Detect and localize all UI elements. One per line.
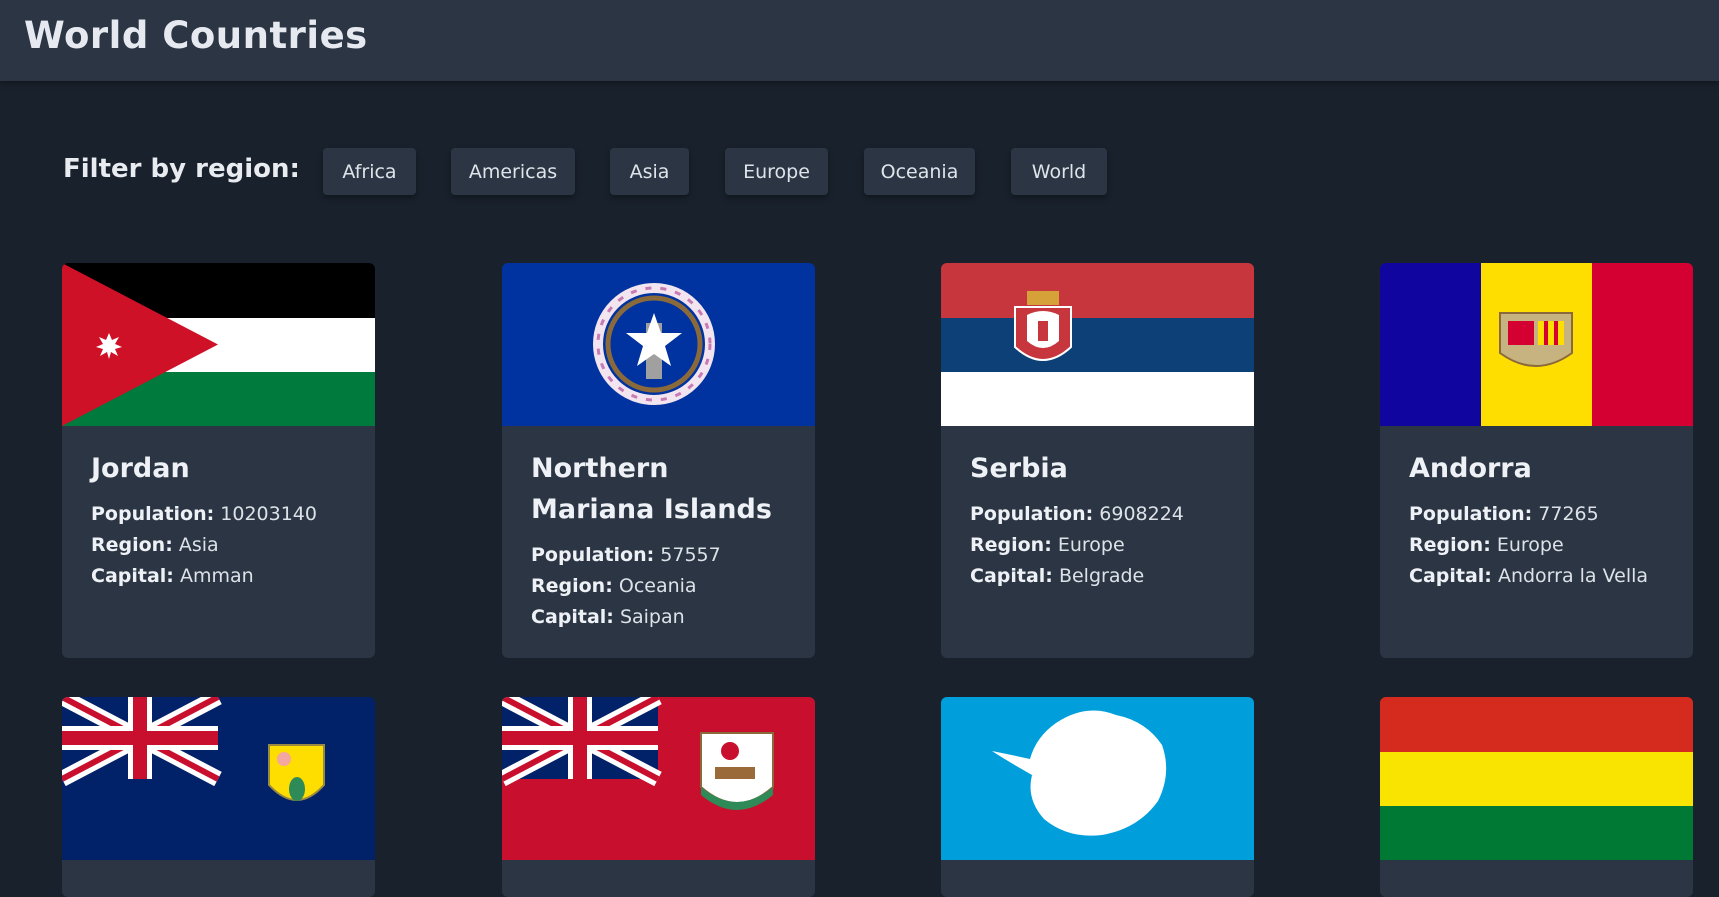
antarctica-flag-image: [941, 697, 1254, 860]
region-value: Europe: [1496, 534, 1564, 556]
region-value: Oceania: [618, 575, 697, 597]
filter-europe-button[interactable]: Europe: [725, 148, 828, 195]
population-value: 57557: [660, 544, 721, 566]
population-row: Population: 10203140: [91, 503, 317, 525]
app-title: World Countries: [24, 14, 368, 57]
northern-mariana-islands-flag-image: [502, 263, 815, 426]
filter-oceania-button[interactable]: Oceania: [864, 148, 975, 195]
filter-world-button[interactable]: World: [1011, 148, 1107, 195]
country-card-northern-mariana-islands[interactable]: Northern Mariana Islands Population: 575…: [502, 263, 815, 658]
capital-value: Belgrade: [1058, 565, 1145, 587]
country-card-turks-and-caicos-flag[interactable]: [62, 697, 375, 897]
population-value: 10203140: [220, 503, 317, 525]
andorra-flag-image: [1380, 263, 1693, 426]
country-name: Northern Mariana Islands: [531, 453, 772, 525]
turks-and-caicos-flag-image: [62, 697, 375, 860]
country-card-serbia[interactable]: Serbia Population: 6908224 Region: Europ…: [941, 263, 1254, 658]
capital-row: Capital: Saipan: [531, 606, 685, 628]
capital-row: Capital: Amman: [91, 565, 254, 587]
population-row: Population: 6908224: [970, 503, 1184, 525]
country-card-jordan[interactable]: Jordan Population: 10203140 Region: Asia…: [62, 263, 375, 658]
filter-africa-button[interactable]: Africa: [323, 148, 416, 195]
country-card-antarctica-flag[interactable]: [941, 697, 1254, 897]
region-row: Region: Europe: [970, 534, 1125, 556]
jordan-flag-image: [62, 263, 375, 426]
country-name: Jordan: [91, 453, 190, 484]
region-row: Region: Oceania: [531, 575, 697, 597]
region-row: Region: Europe: [1409, 534, 1564, 556]
filter-asia-button[interactable]: Asia: [610, 148, 689, 195]
capital-row: Capital: Andorra la Vella: [1409, 565, 1649, 587]
capital-value: Amman: [179, 565, 254, 587]
serbia-flag-image: [941, 263, 1254, 426]
region-value: Asia: [178, 534, 219, 556]
region-row: Region: Asia: [91, 534, 219, 556]
country-card-bermuda-flag[interactable]: [502, 697, 815, 897]
region-value: Europe: [1057, 534, 1125, 556]
filter-label: Filter by region:: [63, 154, 300, 184]
bolivia-flag-image: [1380, 697, 1693, 860]
population-row: Population: 57557: [531, 544, 721, 566]
country-card-andorra[interactable]: Andorra Population: 77265 Region: Europe…: [1380, 263, 1693, 658]
population-value: 77265: [1538, 503, 1599, 525]
capital-value: Saipan: [619, 606, 685, 628]
app-header: World Countries: [0, 0, 1719, 81]
population-row: Population: 77265: [1409, 503, 1599, 525]
country-name: Serbia: [970, 453, 1068, 484]
capital-row: Capital: Belgrade: [970, 565, 1145, 587]
population-value: 6908224: [1099, 503, 1184, 525]
region-filter: Filter by region: Africa Americas Asia E…: [63, 146, 1663, 198]
filter-americas-button[interactable]: Americas: [451, 148, 575, 195]
bermuda-flag-image: [502, 697, 815, 860]
capital-value: Andorra la Vella: [1497, 565, 1649, 587]
country-name: Andorra: [1409, 453, 1532, 484]
country-card-bolivia-flag[interactable]: [1380, 697, 1693, 897]
